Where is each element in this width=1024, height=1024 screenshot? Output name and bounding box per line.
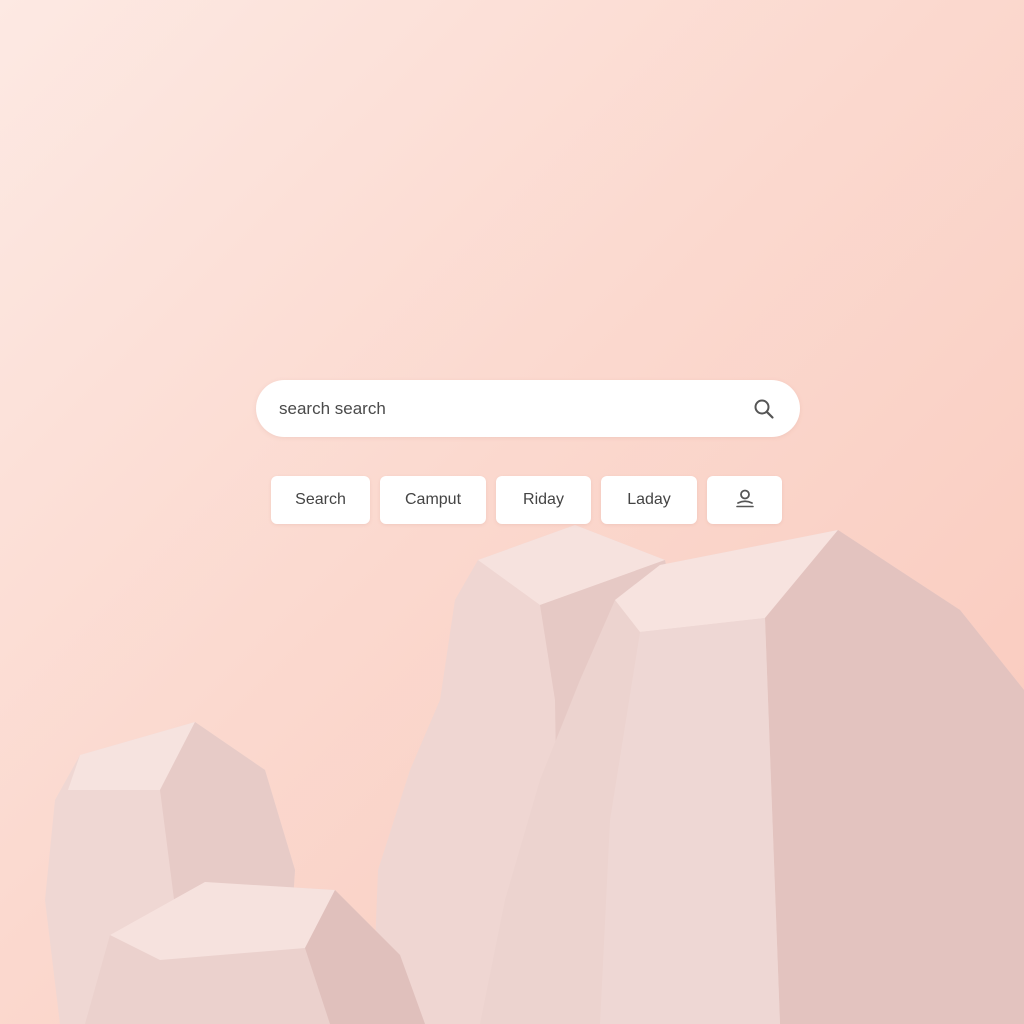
quick-chip-row: Search Camput Riday Laday [271, 476, 782, 524]
search-bar [256, 380, 800, 437]
chip-camput[interactable]: Camput [380, 476, 486, 524]
user-icon [734, 487, 756, 514]
search-input[interactable] [279, 380, 750, 437]
chip-user[interactable] [707, 476, 782, 524]
chip-riday[interactable]: Riday [496, 476, 591, 524]
search-icon[interactable] [750, 395, 778, 423]
chip-laday[interactable]: Laday [601, 476, 697, 524]
chip-search[interactable]: Search [271, 476, 370, 524]
